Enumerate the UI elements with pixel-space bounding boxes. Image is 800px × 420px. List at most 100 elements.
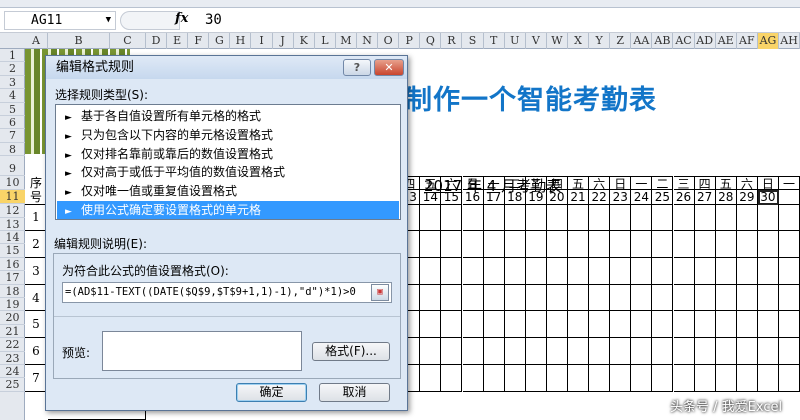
attendance-cell[interactable] bbox=[420, 338, 442, 365]
attendance-cell[interactable] bbox=[757, 231, 779, 258]
attendance-cell[interactable] bbox=[631, 338, 653, 365]
help-button[interactable]: ? bbox=[343, 59, 371, 76]
attendance-cell[interactable] bbox=[441, 257, 463, 285]
row-header-4[interactable]: 4 bbox=[0, 89, 25, 103]
attendance-cell[interactable] bbox=[736, 204, 758, 231]
attendance-cell[interactable] bbox=[736, 284, 758, 312]
attendance-cell[interactable] bbox=[546, 204, 568, 231]
attendance-cell[interactable] bbox=[610, 204, 632, 231]
attendance-cell[interactable] bbox=[420, 204, 442, 231]
attendance-cell[interactable] bbox=[420, 365, 442, 392]
day-cell[interactable]: 21 bbox=[568, 190, 590, 206]
attendance-cell[interactable] bbox=[779, 257, 800, 285]
attendance-cell[interactable] bbox=[589, 338, 611, 365]
attendance-cell[interactable] bbox=[694, 311, 716, 339]
column-header-i[interactable]: I bbox=[252, 33, 273, 49]
attendance-cell[interactable] bbox=[631, 365, 653, 392]
column-header-ah[interactable]: AH bbox=[779, 33, 800, 49]
column-header-g[interactable]: G bbox=[209, 33, 231, 49]
cancel-button[interactable]: 取消 bbox=[319, 383, 390, 402]
row-header-15[interactable]: 15 bbox=[0, 244, 25, 258]
day-cell[interactable]: 24 bbox=[631, 190, 653, 206]
column-header-n[interactable]: N bbox=[357, 33, 379, 49]
attendance-cell[interactable] bbox=[546, 365, 568, 392]
attendance-cell[interactable] bbox=[546, 257, 568, 285]
weekday-cell[interactable]: 日 bbox=[610, 176, 632, 191]
attendance-cell[interactable] bbox=[568, 257, 590, 285]
attendance-cell[interactable] bbox=[673, 231, 695, 258]
weekday-cell[interactable]: 一 bbox=[631, 176, 653, 191]
attendance-cell[interactable] bbox=[589, 257, 611, 285]
column-header-ac[interactable]: AC bbox=[674, 33, 695, 49]
row-header-21[interactable]: 21 bbox=[0, 325, 25, 339]
attendance-cell[interactable] bbox=[441, 365, 463, 392]
attendance-cell[interactable] bbox=[736, 338, 758, 365]
attendance-cell[interactable] bbox=[694, 231, 716, 258]
row-header-11[interactable]: 11 bbox=[0, 190, 25, 205]
attendance-cell[interactable] bbox=[525, 311, 547, 339]
attendance-cell[interactable] bbox=[715, 231, 737, 258]
row-header-19[interactable]: 19 bbox=[0, 298, 25, 312]
row-header-16[interactable]: 16 bbox=[0, 258, 25, 272]
attendance-cell[interactable] bbox=[631, 231, 653, 258]
attendance-cell[interactable] bbox=[504, 338, 526, 365]
attendance-cell[interactable] bbox=[694, 204, 716, 231]
column-header-ag[interactable]: AG bbox=[757, 33, 779, 49]
attendance-cell[interactable] bbox=[483, 311, 505, 339]
attendance-cell[interactable] bbox=[652, 311, 674, 339]
attendance-cell[interactable] bbox=[483, 338, 505, 365]
attendance-cell[interactable] bbox=[715, 311, 737, 339]
attendance-cell[interactable] bbox=[462, 338, 484, 365]
attendance-cell[interactable] bbox=[420, 311, 442, 339]
row-header-1[interactable]: 1 bbox=[0, 49, 25, 63]
column-header-k[interactable]: K bbox=[294, 33, 315, 49]
column-header-o[interactable]: O bbox=[378, 33, 400, 49]
weekday-cell[interactable]: 五 bbox=[715, 176, 737, 191]
attendance-cell[interactable] bbox=[589, 284, 611, 312]
rule-type-item[interactable]: ► 仅对高于或低于平均值的数值设置格式 bbox=[57, 163, 399, 181]
dialog-title-bar[interactable]: 编辑格式规则 ? ✕ bbox=[46, 56, 407, 79]
attendance-cell[interactable] bbox=[736, 365, 758, 392]
attendance-cell[interactable] bbox=[631, 204, 653, 231]
row-header-8[interactable]: 8 bbox=[0, 143, 25, 157]
attendance-cell[interactable] bbox=[757, 338, 779, 365]
attendance-cell[interactable] bbox=[757, 257, 779, 285]
day-cell[interactable]: 29 bbox=[736, 190, 758, 206]
attendance-cell[interactable] bbox=[631, 257, 653, 285]
format-button[interactable]: 格式(F)... bbox=[312, 342, 390, 361]
attendance-cell[interactable] bbox=[420, 284, 442, 312]
column-header-ad[interactable]: AD bbox=[695, 33, 716, 49]
attendance-cell[interactable] bbox=[504, 365, 526, 392]
attendance-cell[interactable] bbox=[715, 204, 737, 231]
name-box[interactable]: AG11 ▼ bbox=[4, 11, 116, 30]
column-header-t[interactable]: T bbox=[484, 33, 505, 49]
attendance-cell[interactable] bbox=[504, 204, 526, 231]
row-header-13[interactable]: 13 bbox=[0, 218, 25, 231]
attendance-cell[interactable] bbox=[568, 311, 590, 339]
weekday-cell[interactable]: 六 bbox=[589, 176, 611, 191]
attendance-cell[interactable] bbox=[568, 338, 590, 365]
attendance-cell[interactable] bbox=[779, 338, 800, 365]
attendance-cell[interactable] bbox=[652, 284, 674, 312]
attendance-cell[interactable] bbox=[525, 365, 547, 392]
attendance-cell[interactable] bbox=[546, 231, 568, 258]
ok-button[interactable]: 确定 bbox=[236, 383, 307, 402]
attendance-cell[interactable] bbox=[589, 311, 611, 339]
day-cell[interactable] bbox=[779, 190, 800, 206]
weekday-cell[interactable]: 三 bbox=[673, 176, 695, 191]
attendance-cell[interactable] bbox=[610, 257, 632, 285]
column-header-ae[interactable]: AE bbox=[716, 33, 737, 49]
row-header-20[interactable]: 20 bbox=[0, 311, 25, 325]
rule-type-item[interactable]: ► 仅对唯一值或重复值设置格式 bbox=[57, 182, 399, 200]
row-header-2[interactable]: 2 bbox=[0, 62, 25, 76]
attendance-cell[interactable] bbox=[504, 284, 526, 312]
column-header-l[interactable]: L bbox=[315, 33, 336, 49]
rule-type-item[interactable]: ► 只为包含以下内容的单元格设置格式 bbox=[57, 126, 399, 144]
year-value[interactable]: 2017 bbox=[424, 177, 462, 195]
column-header-s[interactable]: S bbox=[463, 33, 484, 49]
column-header-r[interactable]: R bbox=[441, 33, 463, 49]
attendance-cell[interactable] bbox=[673, 257, 695, 285]
attendance-cell[interactable] bbox=[673, 311, 695, 339]
row-header-17[interactable]: 17 bbox=[0, 271, 25, 285]
row-header-9[interactable]: 9 bbox=[0, 156, 25, 177]
